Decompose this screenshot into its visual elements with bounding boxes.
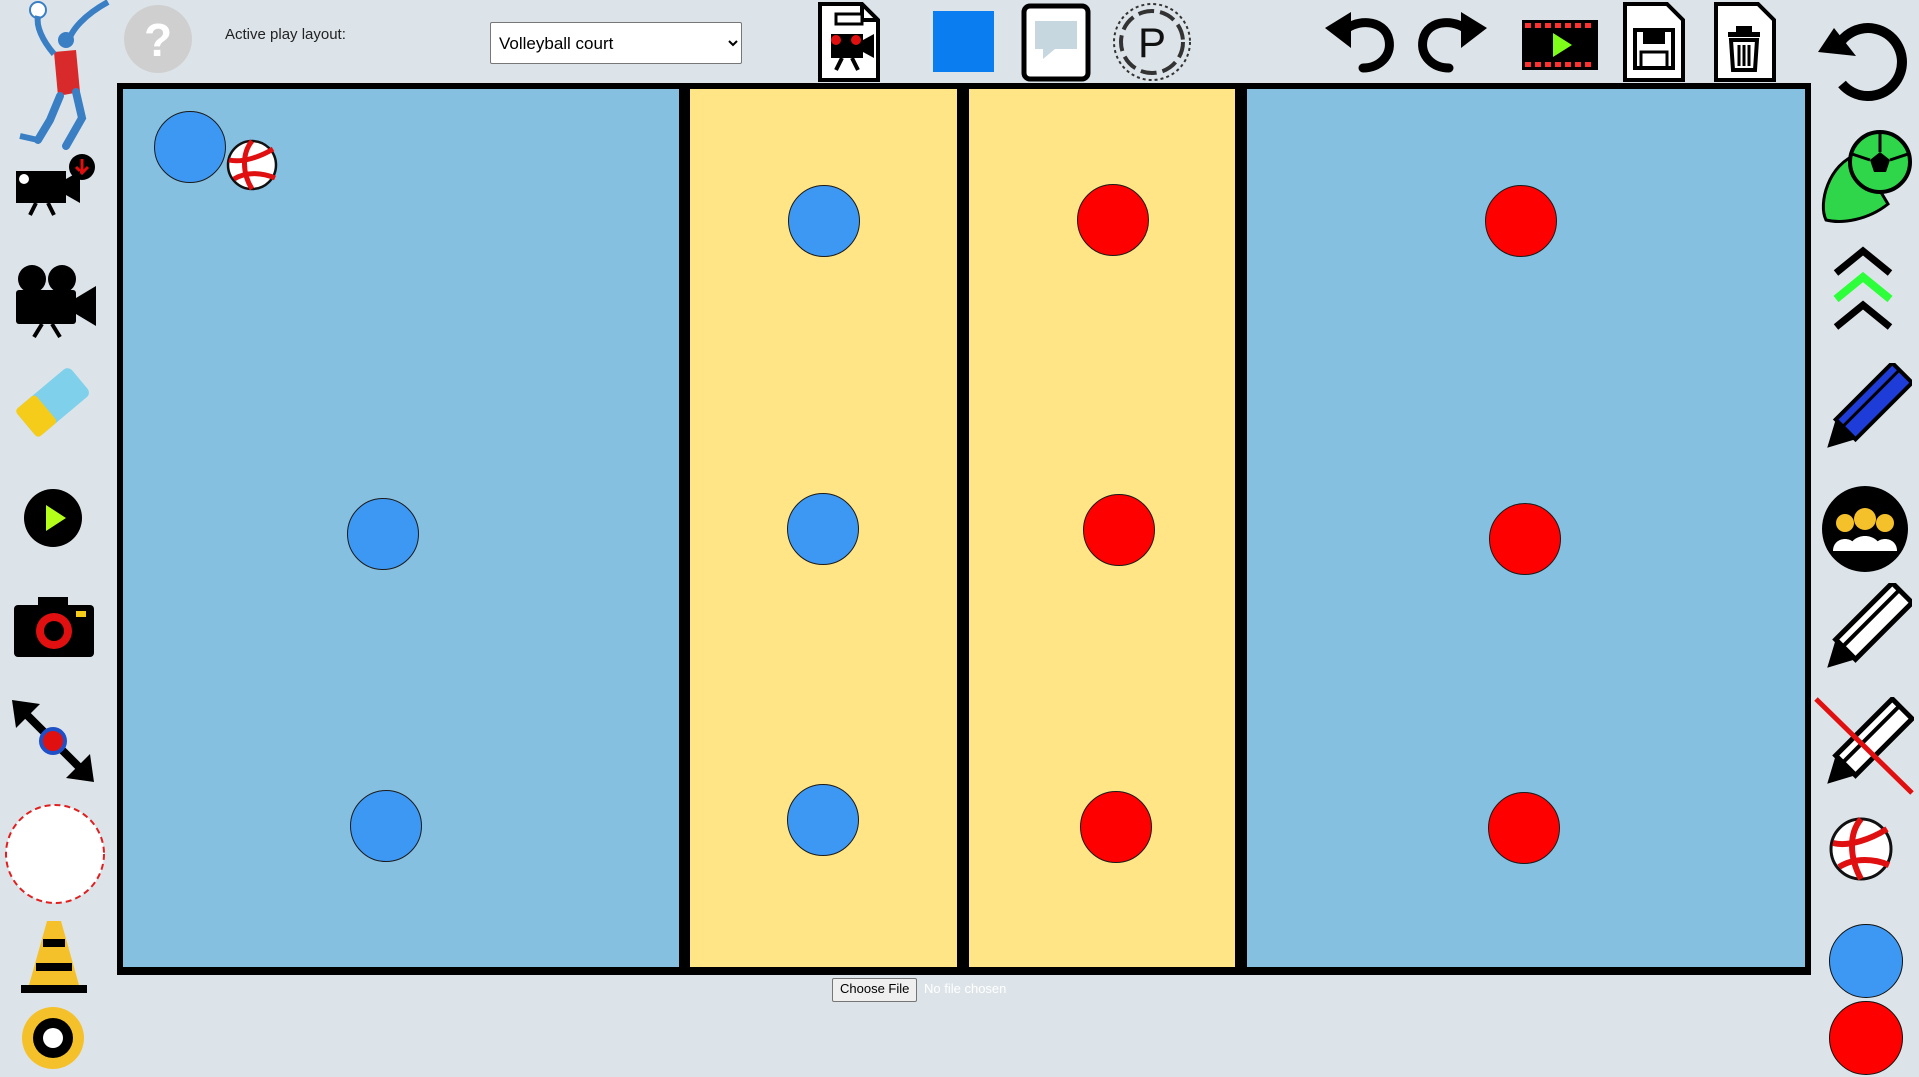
film-play-icon[interactable]	[1522, 18, 1598, 72]
red-player[interactable]	[1077, 184, 1149, 256]
blue-player-token[interactable]	[1829, 924, 1903, 998]
layout-select[interactable]: Volleyball court	[490, 22, 742, 64]
redo-icon[interactable]	[1413, 6, 1489, 74]
volleyball-icon[interactable]	[1829, 817, 1893, 881]
pencil-icon[interactable]	[1816, 579, 1916, 679]
no-pencil-icon[interactable]	[1814, 695, 1916, 795]
svg-text:P: P	[1138, 19, 1166, 66]
volleyball-ball[interactable]	[226, 139, 278, 191]
red-player[interactable]	[1485, 185, 1557, 257]
dashed-circle-icon[interactable]	[4, 803, 106, 905]
undo-icon[interactable]	[1323, 6, 1399, 74]
svg-text:?: ?	[144, 14, 172, 66]
save-icon[interactable]	[1621, 0, 1687, 84]
color-swatch[interactable]	[933, 11, 994, 72]
red-player[interactable]	[1489, 503, 1561, 575]
red-player[interactable]	[1080, 791, 1152, 863]
active-layout-label: Active play layout:	[225, 26, 346, 43]
blue-pen-icon[interactable]	[1816, 360, 1915, 459]
eraser-icon[interactable]	[10, 362, 96, 442]
play-icon[interactable]	[23, 488, 83, 548]
video-camera-icon[interactable]	[12, 264, 98, 339]
red-player[interactable]	[1488, 792, 1560, 864]
blue-player[interactable]	[154, 111, 226, 183]
blue-player[interactable]	[350, 790, 422, 862]
volleyball-player-logo	[10, 0, 110, 150]
choose-file-button[interactable]: Choose File	[832, 978, 918, 1002]
blue-player[interactable]	[787, 784, 859, 856]
blue-player[interactable]	[787, 493, 859, 565]
layers-up-icon[interactable]	[1830, 243, 1896, 335]
soccer-ball-icon[interactable]	[1818, 124, 1914, 226]
reset-icon[interactable]	[1816, 18, 1912, 104]
red-player-token[interactable]	[1829, 1001, 1903, 1075]
trash-doc-icon[interactable]	[1712, 0, 1778, 84]
resize-icon[interactable]	[10, 698, 96, 784]
volleyball-court[interactable]	[117, 83, 1811, 975]
video-doc-icon[interactable]	[814, 0, 884, 84]
cone-icon[interactable]	[21, 919, 87, 993]
help-icon[interactable]: ?	[123, 4, 193, 74]
blue-player[interactable]	[788, 185, 860, 257]
team-icon[interactable]	[1821, 485, 1909, 573]
record-video-icon[interactable]	[14, 153, 98, 219]
red-player[interactable]	[1083, 494, 1155, 566]
file-status-text: No file chosen	[924, 981, 1007, 996]
speech-bubble-icon[interactable]	[1021, 3, 1091, 82]
camera-icon[interactable]	[12, 595, 96, 659]
parking-icon[interactable]: P	[1112, 2, 1192, 82]
ring-icon[interactable]	[21, 1006, 85, 1070]
blue-player[interactable]	[347, 498, 419, 570]
